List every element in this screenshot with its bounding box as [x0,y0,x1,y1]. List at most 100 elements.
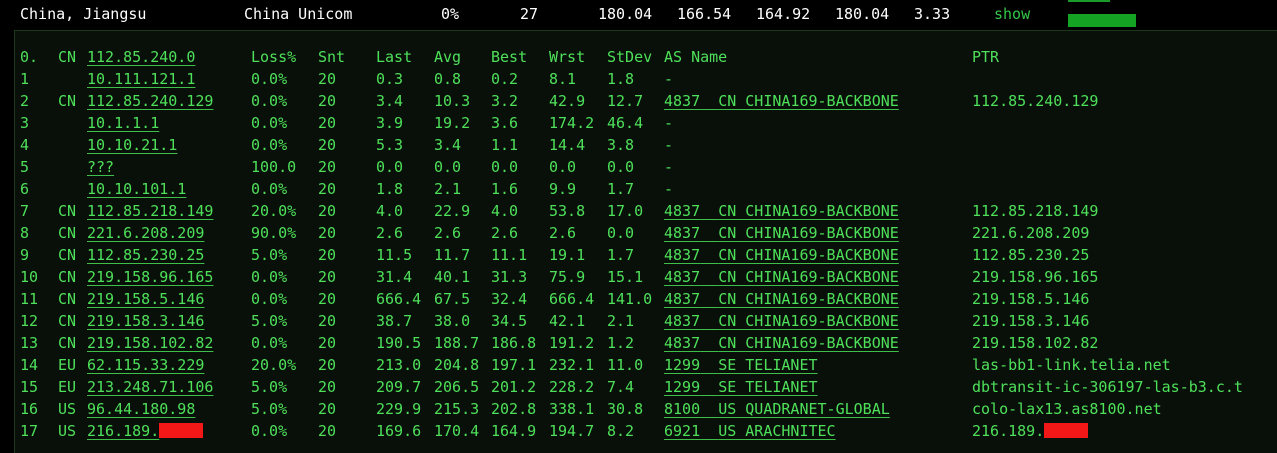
avg-value: 188.7 [434,334,480,352]
as-name[interactable]: 4837 CN CHINA169-BACKBONE [664,222,899,244]
hop-row: 6 10.10.101.1 0.0% 20 1.8 2.1 1.6 9.9 1.7 - [15,178,1277,200]
host-link[interactable]: 219.158.96.165 [87,266,213,288]
last-value: 4.0 [376,202,404,220]
as-name[interactable]: 6921 US ARACHNITEC [664,420,836,442]
col-last: Last [376,48,413,66]
worst-value: 0.0 [549,158,577,176]
hop-row: 7 CN 112.85.218.149 20.0% 20 4.0 22.9 4.0 53.8 17… [15,200,1277,222]
host-link[interactable]: 112.85.240.129 [87,90,213,112]
host-link[interactable]: 10.111.121.1 [87,68,195,90]
summary-last: 180.04 [598,5,653,23]
as-name[interactable]: 4837 CN CHINA169-BACKBONE [664,244,899,266]
worst-value: 666.4 [549,290,595,308]
hop-row: 5??? 100.0 20 0.0 0.0 0.0 0.0 0.0 - [15,156,1277,178]
loss-value: 0.0% [251,422,288,440]
hop-row: 13 CN 219.158.102.82 0.0% 20 190.5 188.7 186.8 1… [15,332,1277,354]
last-value: 169.6 [376,422,422,440]
hop-row: 16 US 96.44.180.98 5.0% 20 229.9 215.3 202.8 338… [15,398,1277,420]
host-link[interactable]: 219.158.5.146 [87,288,204,310]
stdev-value: 0.0 [607,158,635,176]
as-name[interactable]: 4837 CN CHINA169-BACKBONE [664,266,899,288]
best-value: 34.5 [491,312,528,330]
as-label: CN CHINA169-BACKBONE [718,92,899,110]
hop-number: 8 [20,224,30,242]
host-link[interactable]: 221.6.208.209 [87,222,204,244]
stdev-value: 17.0 [607,202,644,220]
loss-value: 5.0% [251,246,288,264]
stdev-value: 12.7 [607,92,644,110]
host-link[interactable]: ??? [87,156,114,178]
hop-row: 9 CN 112.85.230.25 5.0% 20 11.5 11.7 11.1 19.1 1.… [15,244,1277,266]
sent-value: 20 [318,334,337,352]
hop-number: 9 [20,246,30,264]
last-value: 190.5 [376,334,422,352]
best-value: 186.8 [491,334,537,352]
host-link[interactable]: 96.44.180.98 [87,398,195,420]
hop-number: 12 [20,312,39,330]
best-value: 32.4 [491,290,528,308]
worst-value: 174.2 [549,114,595,132]
worst-value: 14.4 [549,136,586,154]
hop-number: 17 [20,422,39,440]
ptr-value: dbtransit-ic-306197-las-b3.c.t [972,378,1243,396]
host-link[interactable]: 112.85.230.25 [87,244,204,266]
as-label: US ARACHNITEC [718,422,836,440]
summary-bar: China, Jiangsu China Unicom 0% 27 180.04… [0,0,1277,30]
host-link[interactable]: 219.158.3.146 [87,310,204,332]
as-name[interactable]: 4837 CN CHINA169-BACKBONE [664,200,899,222]
worst-value: 228.2 [549,378,595,396]
ptr-value: 112.85.240.129 [972,92,1099,110]
summary-best: 164.92 [756,5,811,23]
country-code: CN [58,334,77,352]
worst-value: 338.1 [549,400,595,418]
hop-number: 6 [20,180,30,198]
as-name[interactable]: 4837 CN CHINA169-BACKBONE [664,90,899,112]
hop-number: 2 [20,92,30,110]
best-value: 0.2 [491,70,519,88]
avg-value: 3.4 [434,136,462,154]
host-link[interactable]: 10.10.21.1 [87,134,177,156]
worst-value: 194.7 [549,422,595,440]
sent-value: 20 [318,290,337,308]
best-value: 0.0 [491,158,519,176]
as-name: - [664,114,674,132]
worst-value: 75.9 [549,268,586,286]
host-link[interactable]: 112.85.218.149 [87,200,213,222]
col-host[interactable]: 112.85.240.0 [87,46,195,68]
hop-row: 2 CN 112.85.240.129 0.0% 20 3.4 10.3 3.2 42.9 12.… [15,90,1277,112]
loss-bar [1068,14,1136,27]
redaction-mark [159,423,204,438]
hop-number: 4 [20,136,30,154]
last-value: 5.3 [376,136,404,154]
asn-number: 1299 [664,356,701,374]
as-label: CN CHINA169-BACKBONE [718,224,899,242]
mtr-results-panel: 0. CN 112.85.240.0 Loss% Snt Last Avg Be… [14,30,1277,453]
last-value: 0.3 [376,70,404,88]
host-link[interactable]: 10.10.101.1 [87,178,186,200]
ptr-value: las-bb1-link.telia.net [972,356,1171,374]
as-name[interactable]: 1299 SE TELIANET [664,354,818,376]
host-link[interactable]: 219.158.102.82 [87,332,213,354]
hop-number: 11 [20,290,39,308]
show-link[interactable]: show [994,5,1030,23]
isp: China Unicom [244,5,353,23]
as-name[interactable]: 4837 CN CHINA169-BACKBONE [664,310,899,332]
host-link[interactable]: 10.1.1.1 [87,112,159,134]
as-name[interactable]: 1299 SE TELIANET [664,376,818,398]
col-asname: AS Name [664,48,728,66]
host-link[interactable]: 213.248.71.106 [87,376,213,398]
ptr-value: 112.85.230.25 [972,246,1090,264]
as-name[interactable]: 4837 CN CHINA169-BACKBONE [664,288,899,310]
as-name[interactable]: 8100 US QUADRANET-GLOBAL [664,398,890,420]
best-value: 31.3 [491,268,528,286]
host-link[interactable]: 216.189. [87,420,204,442]
asn-number: 4837 [664,312,701,330]
best-value: 202.8 [491,400,537,418]
avg-value: 11.7 [434,246,471,264]
host-link[interactable]: 62.115.33.229 [87,354,204,376]
avg-value: 2.1 [434,180,462,198]
worst-value: 53.8 [549,202,586,220]
as-name[interactable]: 4837 CN CHINA169-BACKBONE [664,332,899,354]
stdev-value: 1.7 [607,246,635,264]
last-value: 0.0 [376,158,404,176]
